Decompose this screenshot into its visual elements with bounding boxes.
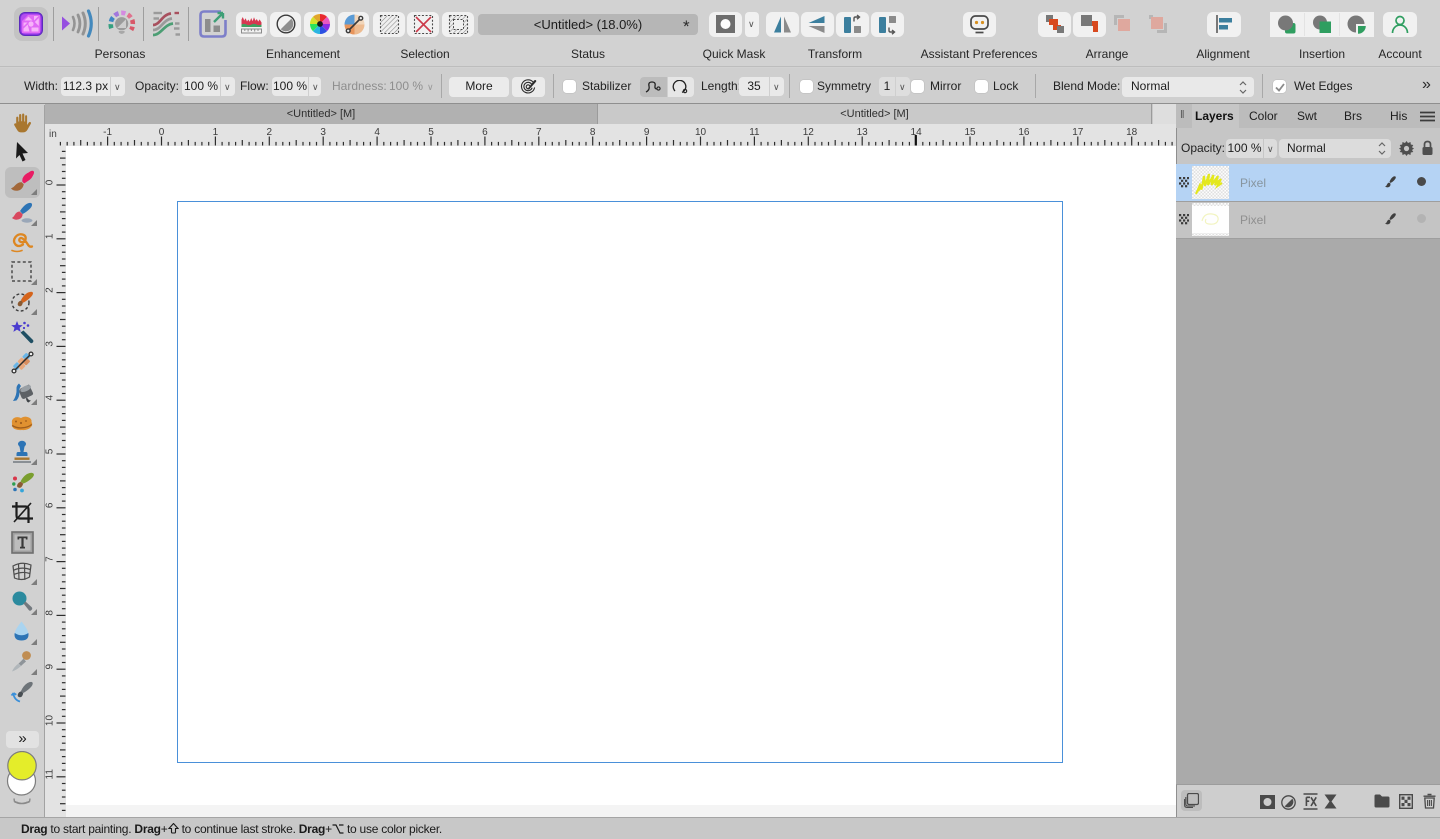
svg-text:18: 18 [1126, 127, 1138, 138]
svg-text:8: 8 [45, 610, 56, 616]
svg-text:6: 6 [45, 502, 56, 508]
svg-text:11: 11 [45, 769, 56, 780]
svg-text:2: 2 [267, 127, 273, 138]
svg-text:0: 0 [45, 179, 56, 185]
svg-text:15: 15 [964, 127, 976, 138]
svg-text:13: 13 [857, 127, 869, 138]
svg-text:11: 11 [749, 127, 760, 138]
svg-text:5: 5 [428, 127, 434, 138]
svg-text:2: 2 [45, 287, 56, 293]
svg-text:3: 3 [320, 127, 326, 138]
svg-text:17: 17 [1072, 127, 1084, 138]
svg-text:16: 16 [1018, 127, 1030, 138]
svg-text:9: 9 [45, 663, 56, 669]
svg-text:1: 1 [213, 127, 219, 138]
svg-text:3: 3 [45, 341, 56, 347]
svg-text:12: 12 [803, 127, 815, 138]
svg-text:8: 8 [590, 127, 596, 138]
svg-text:1: 1 [45, 233, 56, 239]
svg-text:10: 10 [45, 715, 56, 727]
svg-text:0: 0 [159, 127, 165, 138]
svg-text:7: 7 [45, 556, 56, 562]
svg-text:6: 6 [482, 127, 488, 138]
svg-text:7: 7 [536, 127, 542, 138]
svg-text:10: 10 [695, 127, 707, 138]
svg-text:9: 9 [644, 127, 650, 138]
svg-text:4: 4 [374, 127, 380, 138]
svg-text:5: 5 [45, 448, 56, 454]
svg-text:4: 4 [45, 394, 56, 400]
svg-text:-1: -1 [103, 127, 112, 138]
